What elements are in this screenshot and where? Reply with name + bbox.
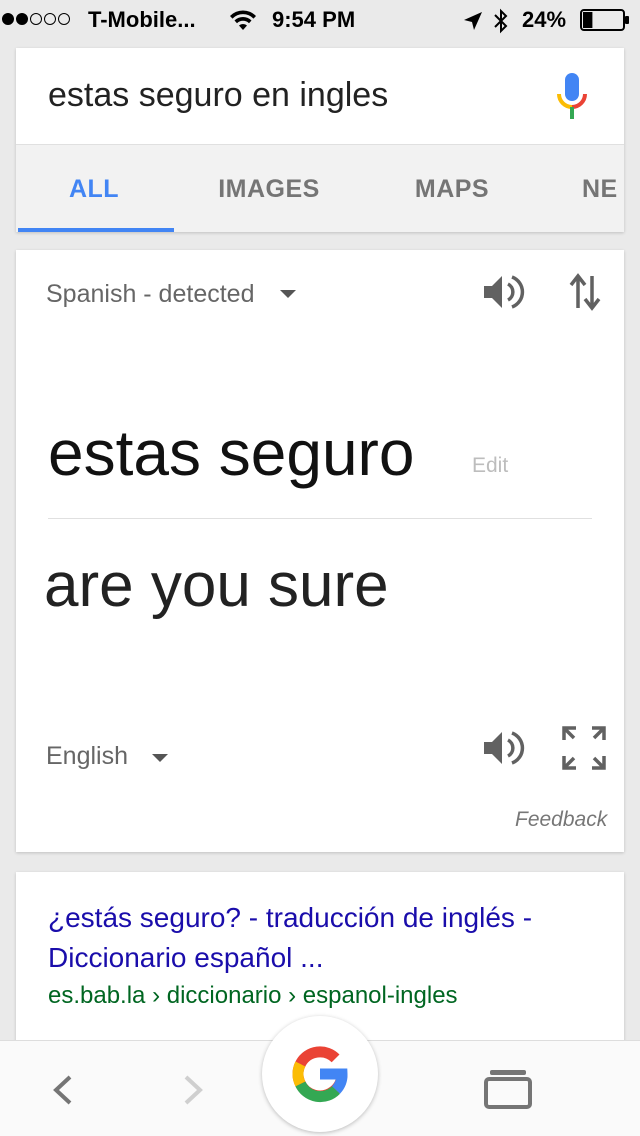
bluetooth-icon <box>494 8 508 34</box>
battery-icon <box>580 9 629 31</box>
location-arrow-icon <box>464 12 482 30</box>
search-card: estas seguro en ingles ALL IMAGES MAPS N… <box>16 48 624 232</box>
wifi-icon <box>230 10 256 30</box>
chevron-down-icon[interactable] <box>152 754 168 762</box>
status-bar: T-Mobile... 9:54 PM 24% <box>0 0 640 40</box>
divider <box>48 518 592 519</box>
clock: 9:54 PM <box>272 7 356 32</box>
source-text: estas seguro <box>48 417 415 489</box>
tab-images[interactable]: IMAGES <box>186 145 352 232</box>
tab-news[interactable]: NE <box>582 145 624 232</box>
carrier-name: T-Mobile... <box>88 7 196 32</box>
fullscreen-icon[interactable] <box>562 726 606 770</box>
active-tab-indicator <box>18 228 174 232</box>
source-language-select[interactable]: Spanish - detected <box>46 280 254 309</box>
translate-card: Spanish - detected estas seguro Edit are… <box>16 250 624 852</box>
search-input[interactable]: estas seguro en ingles <box>48 76 388 115</box>
edit-link[interactable]: Edit <box>472 454 508 478</box>
speaker-icon[interactable] <box>482 728 526 768</box>
signal-strength-icon <box>2 13 70 25</box>
chevron-right-icon[interactable] <box>178 1073 208 1107</box>
google-home-button[interactable] <box>262 1016 378 1132</box>
search-tabs: ALL IMAGES MAPS NE <box>16 144 624 232</box>
microphone-icon[interactable] <box>554 72 590 122</box>
chevron-left-icon[interactable] <box>48 1073 78 1107</box>
result-title-link[interactable]: ¿estás seguro? - traducción de inglés - … <box>48 898 608 978</box>
google-g-icon <box>292 1046 348 1103</box>
battery-percentage: 24% <box>522 7 567 32</box>
target-language-select[interactable]: English <box>46 742 128 771</box>
result-url: es.bab.la › diccionario › espanol-ingles <box>48 982 458 1009</box>
swap-languages-icon[interactable] <box>568 272 602 312</box>
feedback-link[interactable]: Feedback <box>515 808 607 832</box>
speaker-icon[interactable] <box>482 272 526 312</box>
translated-text: are you sure <box>44 551 389 620</box>
chevron-down-icon[interactable] <box>280 290 296 298</box>
tabs-switcher-icon[interactable] <box>484 1069 532 1109</box>
tab-all[interactable]: ALL <box>16 145 172 232</box>
tab-maps[interactable]: MAPS <box>376 145 528 232</box>
